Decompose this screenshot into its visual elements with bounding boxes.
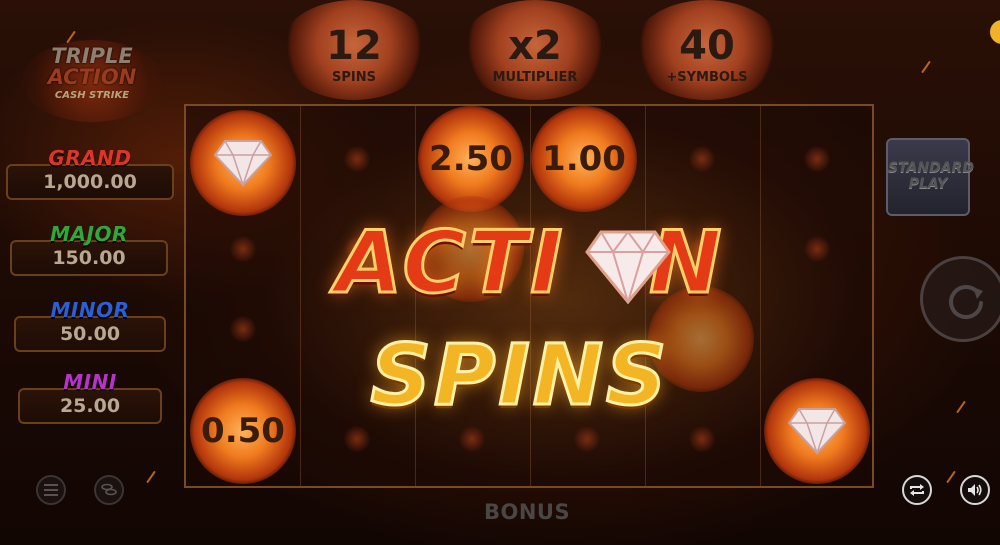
spins-label: SPINS bbox=[332, 70, 376, 85]
multiplier-value: x2 bbox=[508, 23, 562, 69]
cash-symbol: 0.50 bbox=[190, 378, 296, 484]
spins-counter: 12 SPINS bbox=[279, 0, 429, 100]
jackpot-minor-label: MINOR bbox=[50, 298, 130, 322]
bet-button[interactable] bbox=[94, 475, 124, 505]
spins-title: SPINS bbox=[369, 326, 670, 424]
symbols-label: +SYMBOLS bbox=[666, 70, 748, 85]
blank-slot bbox=[689, 146, 715, 172]
menu-button[interactable] bbox=[36, 475, 66, 505]
symbols-value: 40 bbox=[679, 23, 735, 69]
jackpot-grand-label: GRAND bbox=[48, 146, 132, 170]
spin-button[interactable] bbox=[920, 256, 1000, 342]
reel-divider bbox=[760, 106, 761, 486]
blank-slot bbox=[689, 426, 715, 452]
blank-slot bbox=[344, 146, 370, 172]
diamond-icon bbox=[585, 230, 671, 304]
autoplay-icon bbox=[910, 484, 924, 496]
diamond-symbol bbox=[764, 378, 870, 484]
cash-value: 0.50 bbox=[201, 411, 285, 451]
blank-slot bbox=[344, 426, 370, 452]
standard-play-button[interactable]: STANDARD PLAY bbox=[886, 138, 974, 216]
menu-icon bbox=[44, 484, 58, 496]
sound-icon bbox=[968, 484, 982, 496]
multiplier-counter: x2 MULTIPLIER bbox=[460, 0, 610, 100]
blank-slot bbox=[230, 316, 256, 342]
symbols-counter: 40 +SYMBOLS bbox=[632, 0, 782, 100]
spins-value: 12 bbox=[326, 23, 382, 69]
action-title: ACTI N bbox=[300, 217, 760, 310]
multiplier-label: MULTIPLIER bbox=[492, 70, 578, 85]
cash-symbol: 1.00 bbox=[531, 106, 637, 212]
diamond-symbol bbox=[190, 110, 296, 216]
bonus-label: BONUS bbox=[484, 500, 571, 524]
cash-value: 1.00 bbox=[542, 139, 626, 179]
jackpot-mini: MINI 25.00 bbox=[18, 370, 162, 424]
diamond-icon bbox=[213, 140, 273, 187]
logo-line-3: CASH STRIKE bbox=[54, 90, 130, 101]
logo-line-1: TRIPLE bbox=[51, 44, 133, 68]
diamond-icon bbox=[787, 408, 847, 455]
jackpot-minor: MINOR 50.00 bbox=[14, 298, 166, 352]
logo-line-2: ACTION bbox=[47, 65, 137, 89]
blank-slot bbox=[574, 426, 600, 452]
jackpot-grand: GRAND 1,000.00 bbox=[6, 146, 174, 200]
autoplay-button[interactable] bbox=[902, 475, 932, 505]
blank-slot bbox=[804, 146, 830, 172]
jackpot-major-label: MAJOR bbox=[50, 222, 128, 246]
blank-slot bbox=[459, 426, 485, 452]
coins-icon bbox=[101, 483, 117, 496]
jackpot-mini-label: MINI bbox=[63, 370, 117, 394]
blank-slot bbox=[230, 236, 256, 262]
spin-icon bbox=[949, 285, 983, 320]
sound-button[interactable] bbox=[960, 475, 990, 505]
action-title-text: ACTI bbox=[334, 213, 566, 313]
jackpot-major: MAJOR 150.00 bbox=[10, 222, 168, 276]
game-logo: TRIPLE ACTION CASH STRIKE bbox=[22, 40, 162, 122]
blank-slot bbox=[804, 236, 830, 262]
